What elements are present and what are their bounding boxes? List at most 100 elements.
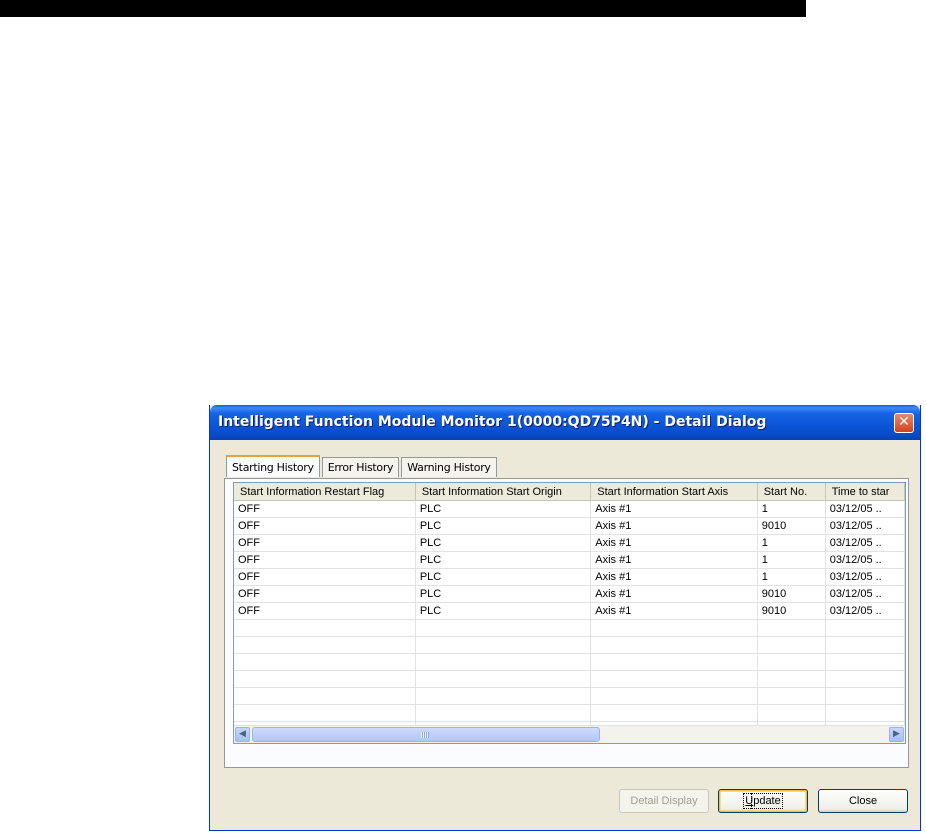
empty-cell	[757, 653, 826, 671]
empty-cell	[415, 619, 592, 637]
cell-restart-flag: OFF	[234, 517, 416, 535]
cell-start-axis: Axis #1	[590, 500, 758, 518]
empty-cell	[415, 687, 592, 705]
empty-cell	[757, 636, 826, 654]
empty-cell	[234, 670, 416, 688]
cell-time-to-start: 03/12/05 ..	[825, 551, 905, 569]
empty-row	[234, 636, 905, 654]
table-row[interactable]: OFF PLC Axis #1 9010 03/12/05 ..	[234, 517, 905, 535]
empty-row	[234, 653, 905, 671]
empty-cell	[234, 636, 416, 654]
empty-cell	[415, 670, 592, 688]
empty-cell	[757, 687, 826, 705]
table-body: OFF PLC Axis #1 1 03/12/05 .. OFF PLC Axis #1 90…	[234, 500, 905, 743]
table-row[interactable]: OFF PLC Axis #1 9010 03/12/05 ..	[234, 585, 905, 603]
detail-display-button[interactable]: Detail Display	[619, 789, 709, 813]
cell-time-to-start: 03/12/05 ..	[825, 534, 905, 552]
cell-start-no: 1	[757, 500, 826, 518]
cell-restart-flag: OFF	[234, 585, 416, 603]
tab-strip: Starting History Error History Warning H…	[226, 455, 499, 477]
cell-start-axis: Axis #1	[590, 568, 758, 586]
tab-warning-history[interactable]: Warning History	[401, 457, 497, 477]
cell-start-no: 9010	[757, 517, 826, 535]
empty-cell	[590, 653, 758, 671]
empty-cell	[234, 704, 416, 722]
cell-time-to-start: 03/12/05 ..	[825, 568, 905, 586]
empty-cell	[825, 636, 905, 654]
history-table: Start Information Restart Flag Start Inf…	[234, 483, 905, 743]
cell-restart-flag: OFF	[234, 551, 416, 569]
empty-cell	[825, 687, 905, 705]
empty-cell	[234, 687, 416, 705]
empty-cell	[234, 653, 416, 671]
detail-dialog: Intelligent Function Module Monitor 1(00…	[209, 405, 921, 831]
empty-cell	[590, 636, 758, 654]
cell-time-to-start: 03/12/05 ..	[825, 500, 905, 518]
empty-cell	[757, 670, 826, 688]
cell-restart-flag: OFF	[234, 534, 416, 552]
cell-restart-flag: OFF	[234, 568, 416, 586]
title-bar[interactable]: Intelligent Function Module Monitor 1(00…	[210, 405, 920, 440]
empty-cell	[590, 687, 758, 705]
cell-start-origin: PLC	[415, 568, 592, 586]
update-label: Update	[743, 793, 783, 809]
tab-error-history[interactable]: Error History	[321, 457, 400, 477]
scroll-left-icon[interactable]: ◀	[235, 727, 250, 742]
close-button[interactable]: Close	[818, 789, 908, 813]
cell-start-axis: Axis #1	[590, 517, 758, 535]
cell-start-no: 1	[757, 551, 826, 569]
empty-cell	[757, 619, 826, 637]
table-row[interactable]: OFF PLC Axis #1 1 03/12/05 ..	[234, 500, 905, 518]
cell-start-origin: PLC	[415, 517, 592, 535]
cell-start-origin: PLC	[415, 500, 592, 518]
cell-restart-flag: OFF	[234, 500, 416, 518]
empty-cell	[757, 704, 826, 722]
header-row: Start Information Restart Flag Start Inf…	[234, 483, 905, 501]
cell-start-origin: PLC	[415, 585, 592, 603]
table-row[interactable]: OFF PLC Axis #1 1 03/12/05 ..	[234, 534, 905, 552]
empty-cell	[590, 670, 758, 688]
cell-start-axis: Axis #1	[590, 534, 758, 552]
history-grid[interactable]: Start Information Restart Flag Start Inf…	[233, 482, 906, 744]
empty-cell	[590, 704, 758, 722]
cell-start-axis: Axis #1	[590, 585, 758, 603]
cell-start-axis: Axis #1	[590, 551, 758, 569]
horizontal-scrollbar[interactable]: ◀ ▶	[234, 725, 905, 743]
empty-row	[234, 687, 905, 705]
cell-start-origin: PLC	[415, 602, 592, 620]
empty-cell	[825, 704, 905, 722]
empty-cell	[590, 619, 758, 637]
column-header-start-no[interactable]: Start No.	[757, 483, 826, 501]
cell-time-to-start: 03/12/05 ..	[825, 585, 905, 603]
cell-start-origin: PLC	[415, 551, 592, 569]
table-row[interactable]: OFF PLC Axis #1 9010 03/12/05 ..	[234, 602, 905, 620]
cell-start-no: 9010	[757, 602, 826, 620]
table-row[interactable]: OFF PLC Axis #1 1 03/12/05 ..	[234, 568, 905, 586]
scroll-right-icon[interactable]: ▶	[889, 727, 904, 742]
tab-panel: Start Information Restart Flag Start Inf…	[224, 478, 909, 768]
close-icon[interactable]: ✕	[894, 413, 914, 433]
empty-row	[234, 619, 905, 637]
column-header-start-origin[interactable]: Start Information Start Origin	[415, 483, 592, 501]
empty-cell	[825, 619, 905, 637]
cell-start-origin: PLC	[415, 534, 592, 552]
column-header-restart-flag[interactable]: Start Information Restart Flag	[234, 483, 416, 501]
empty-cell	[415, 653, 592, 671]
empty-cell	[415, 704, 592, 722]
top-black-bar	[0, 0, 806, 17]
grip-icon	[421, 732, 429, 738]
tab-starting-history[interactable]: Starting History	[226, 455, 320, 477]
cell-time-to-start: 03/12/05 ..	[825, 517, 905, 535]
empty-cell	[825, 670, 905, 688]
column-header-start-axis[interactable]: Start Information Start Axis	[590, 483, 758, 501]
update-button[interactable]: Update	[718, 789, 808, 813]
cell-restart-flag: OFF	[234, 602, 416, 620]
cell-start-no: 1	[757, 534, 826, 552]
column-header-time-to-start[interactable]: Time to star	[825, 483, 905, 501]
cell-time-to-start: 03/12/05 ..	[825, 602, 905, 620]
empty-row	[234, 704, 905, 722]
cell-start-no: 9010	[757, 585, 826, 603]
window-title: Intelligent Function Module Monitor 1(00…	[218, 414, 767, 430]
scrollbar-thumb[interactable]	[252, 727, 600, 742]
table-row[interactable]: OFF PLC Axis #1 1 03/12/05 ..	[234, 551, 905, 569]
